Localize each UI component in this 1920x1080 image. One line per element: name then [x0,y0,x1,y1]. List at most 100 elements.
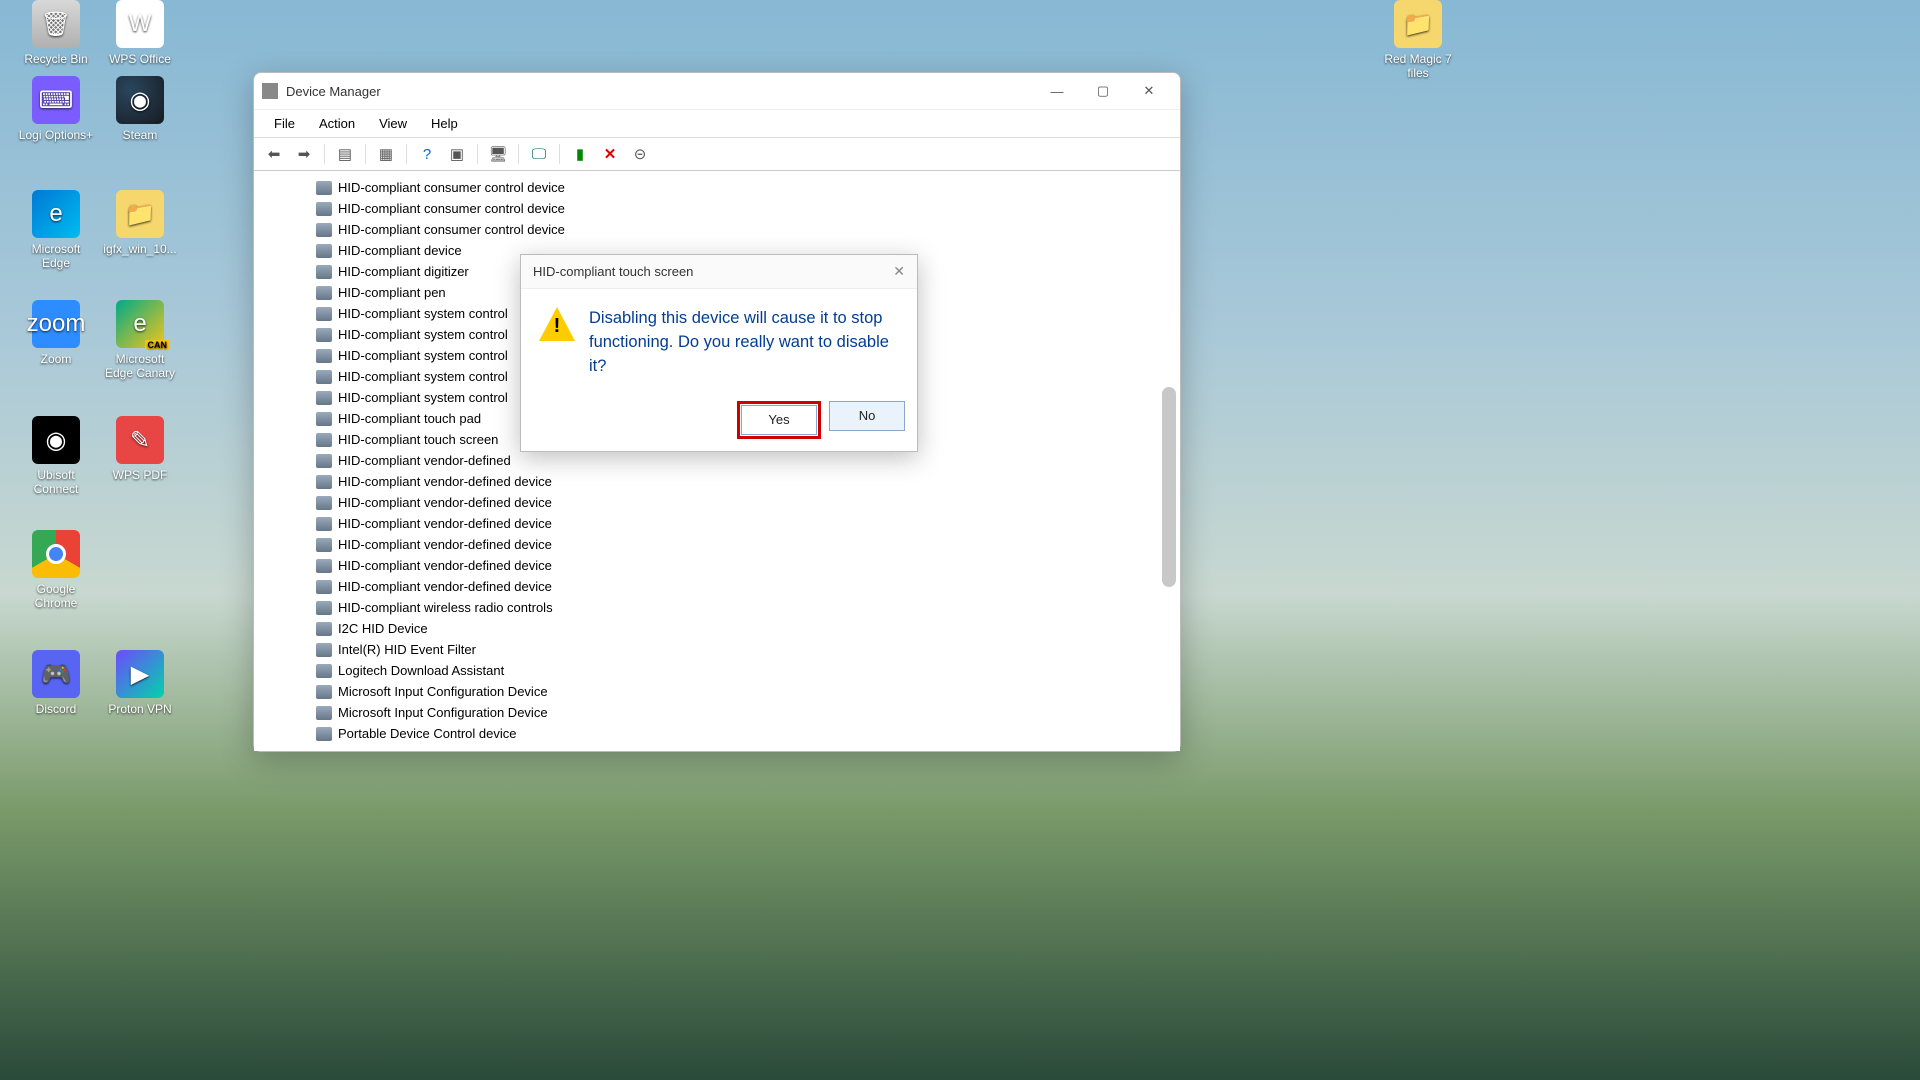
device-item[interactable]: Microsoft Input Configuration Device [316,681,1180,702]
close-button[interactable]: ✕ [1126,75,1172,107]
device-icon [316,412,332,426]
device-item[interactable]: HID-compliant vendor-defined [316,450,1180,471]
uninstall-device-button[interactable]: ⊝ [626,141,654,167]
help-button[interactable]: ? [413,141,441,167]
scrollbar-thumb[interactable] [1162,387,1176,587]
device-icon [316,454,332,468]
dialog-close-button[interactable]: ✕ [893,263,905,280]
dialog-buttons: Yes No [521,401,917,451]
titlebar[interactable]: Device Manager ― ▢ ✕ [254,73,1180,109]
desktop-icon-proton-vpn[interactable]: ▶ Proton VPN [100,650,180,716]
device-label: HID-compliant system control [338,348,508,363]
device-label: Intel(R) HID Event Filter [338,642,476,657]
desktop-icon-label: Proton VPN [100,702,180,716]
device-label: HID-compliant pen [338,285,446,300]
device-icon [316,517,332,531]
device-label: HID-compliant device [338,243,462,258]
back-button[interactable]: ⬅ [260,141,288,167]
device-item[interactable]: HID-compliant vendor-defined device [316,576,1180,597]
desktop-icon-wps-office[interactable]: WWPS Office [100,0,180,66]
desktop-icon-wps-pdf[interactable]: ✎WPS PDF [100,416,180,482]
desktop-icon-label: Google Chrome [16,582,96,610]
desktop-icon-edge-canary[interactable]: eMicrosoft Edge Canary [100,300,180,380]
device-item[interactable]: I2C HID Device [316,618,1180,639]
desktop-icon-label: Discord [16,702,96,716]
device-item[interactable]: HID-compliant vendor-defined device [316,513,1180,534]
device-item[interactable]: HID-compliant vendor-defined device [316,534,1180,555]
desktop-icon-red-magic-files[interactable]: 📁Red Magic 7 files [1378,0,1458,80]
device-label: HID-compliant vendor-defined device [338,537,552,552]
toolbar-separator [324,144,325,164]
maximize-button[interactable]: ▢ [1080,75,1126,107]
desktop-icon-microsoft-edge[interactable]: eMicrosoft Edge [16,190,96,270]
device-icon [316,244,332,258]
disable-device-button[interactable]: ✕ [596,141,624,167]
desktop-icon-discord[interactable]: 🎮Discord [16,650,96,716]
dialog-title: HID-compliant touch screen [533,264,693,279]
properties-button[interactable]: ▦ [372,141,400,167]
scan-hardware-button[interactable]: 🖵 [525,141,553,167]
warning-icon [539,307,575,341]
desktop-icon-google-chrome[interactable]: Google Chrome [16,530,96,610]
device-icon [316,643,332,657]
device-item[interactable]: HID-compliant consumer control device [316,219,1180,240]
toolbar: ⬅ ➡ ▤ ▦ ? ▣ 🖥 🖵 ▮ ✕ ⊝ [254,137,1180,171]
device-icon [316,286,332,300]
device-icon [316,223,332,237]
device-label: HID-compliant system control [338,369,508,384]
desktop-icon-label: WPS Office [100,52,180,66]
desktop-icon-zoom[interactable]: zoomZoom [16,300,96,366]
yes-button-highlight: Yes [737,401,821,439]
device-item[interactable]: Microsoft Input Configuration Device [316,702,1180,723]
device-item[interactable]: Intel(R) HID Event Filter [316,639,1180,660]
menu-help[interactable]: Help [419,113,470,134]
device-item[interactable]: HID-compliant vendor-defined device [316,492,1180,513]
toolbar-separator [365,144,366,164]
toolbar-separator [518,144,519,164]
desktop-icon-label: Zoom [16,352,96,366]
toolbar-separator [477,144,478,164]
enable-device-button[interactable]: ▮ [566,141,594,167]
yes-button[interactable]: Yes [741,405,817,435]
desktop-icon-label: Logi Options+ [16,128,96,142]
device-item[interactable]: HID-compliant consumer control device [316,177,1180,198]
menu-view[interactable]: View [367,113,419,134]
device-icon [316,706,332,720]
device-item[interactable]: HID-compliant vendor-defined device [316,471,1180,492]
show-hide-tree-button[interactable]: ▤ [331,141,359,167]
desktop-icon-igfx-folder[interactable]: 📁igfx_win_10... [100,190,180,256]
menu-action[interactable]: Action [307,113,367,134]
device-label: HID-compliant consumer control device [338,180,565,195]
device-icon [316,307,332,321]
device-label: HID-compliant vendor-defined device [338,495,552,510]
menu-file[interactable]: File [262,113,307,134]
chrome-icon [32,530,80,578]
dialog-titlebar[interactable]: HID-compliant touch screen ✕ [521,255,917,289]
desktop-icon-steam[interactable]: ◉Steam [100,76,180,142]
forward-button[interactable]: ➡ [290,141,318,167]
device-label: HID-compliant consumer control device [338,201,565,216]
desktop-icon-recycle-bin[interactable]: 🗑Recycle Bin [16,0,96,66]
device-item[interactable]: Logitech Download Assistant [316,660,1180,681]
device-label: HID-compliant digitizer [338,264,469,279]
device-label: HID-compliant touch screen [338,432,498,447]
device-label: HID-compliant system control [338,327,508,342]
proton-vpn-icon: ▶ [116,650,164,698]
device-icon [316,580,332,594]
device-item[interactable]: HID-compliant vendor-defined device [316,555,1180,576]
desktop-icon-logi-options[interactable]: ⌨Logi Options+ [16,76,96,142]
device-item[interactable]: HID-compliant consumer control device [316,198,1180,219]
device-icon [316,265,332,279]
recycle-bin-icon: 🗑 [32,0,80,48]
device-item[interactable]: Portable Device Control device [316,723,1180,744]
desktop-icon-label: igfx_win_10... [100,242,180,256]
desktop-icon-ubisoft-connect[interactable]: ◉Ubisoft Connect [16,416,96,496]
device-item[interactable]: HID-compliant wireless radio controls [316,597,1180,618]
device-icon [316,622,332,636]
properties-sheet-button[interactable]: ▣ [443,141,471,167]
no-button[interactable]: No [829,401,905,431]
minimize-button[interactable]: ― [1034,75,1080,107]
device-label: HID-compliant consumer control device [338,222,565,237]
folder-icon: 📁 [1394,0,1442,48]
update-driver-button[interactable]: 🖥 [484,141,512,167]
